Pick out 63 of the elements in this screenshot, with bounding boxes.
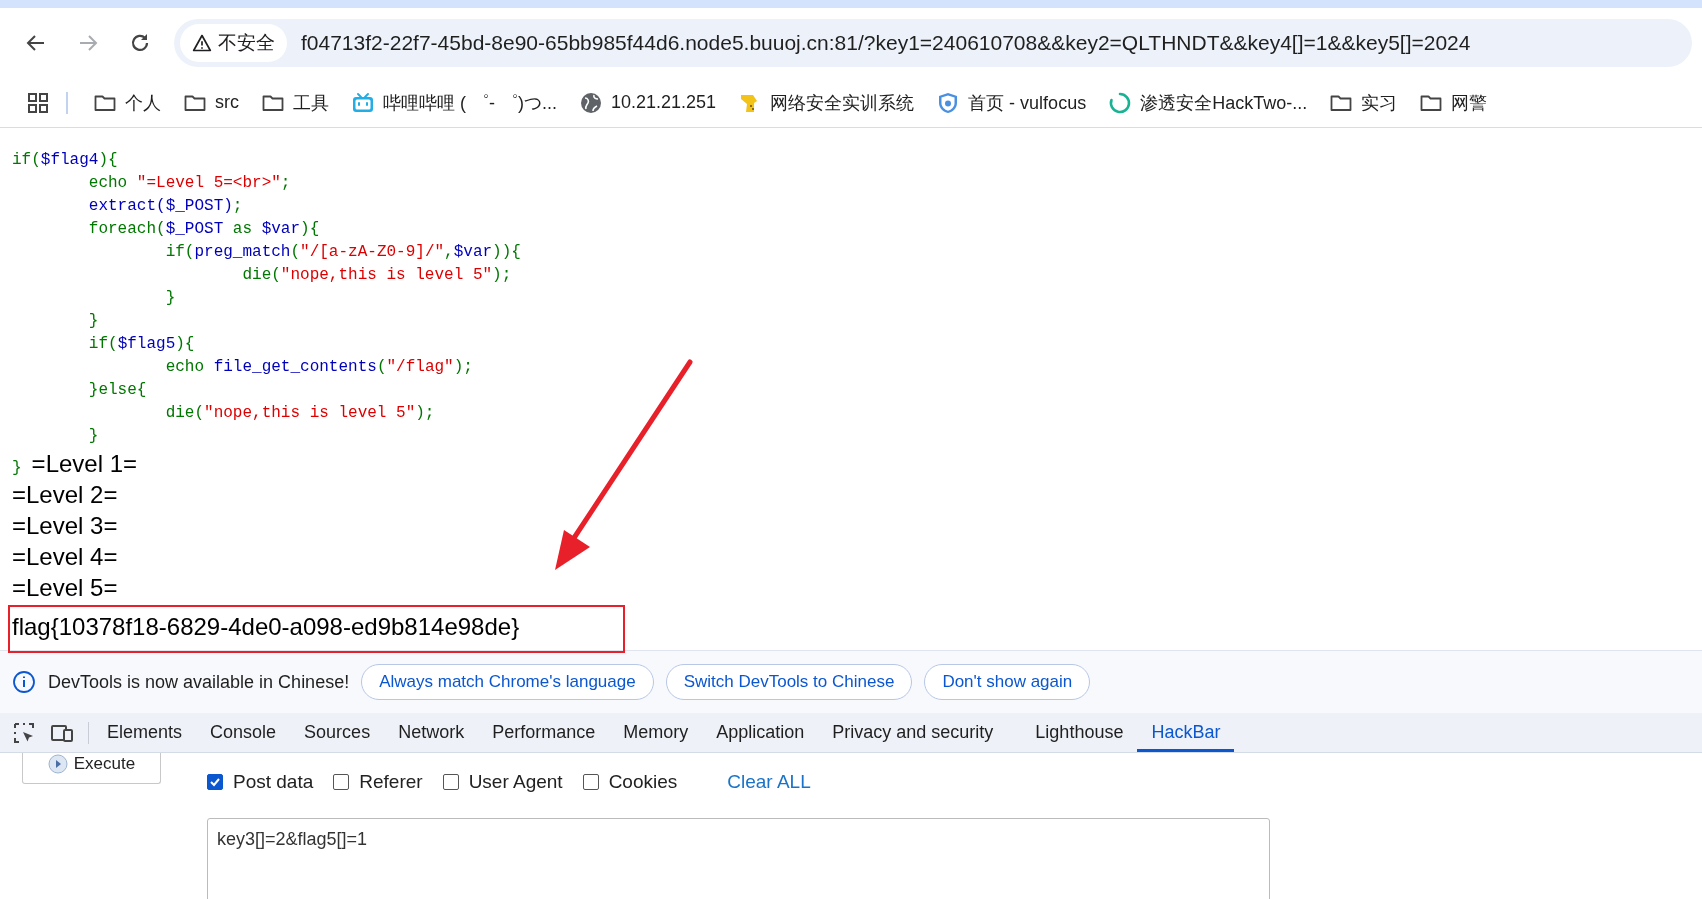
apps-grid-icon[interactable] xyxy=(26,90,50,115)
bookmark[interactable]: 渗透安全HackTwo-... xyxy=(1099,86,1317,119)
infobar-button[interactable]: Always match Chrome's language xyxy=(361,664,654,700)
option-checkbox[interactable]: Cookies xyxy=(582,771,678,793)
tv-icon xyxy=(351,90,375,115)
inspect-icon[interactable] xyxy=(12,720,36,745)
bookmark[interactable]: src xyxy=(174,86,248,119)
bookmark[interactable]: 10.21.21.251 xyxy=(570,86,726,119)
code-line: if($flag5){ xyxy=(87,334,195,355)
address-bar[interactable]: 不安全 f04713f2-22f7-45bd-8e90-65bb985f44d6.node5.buuoj.cn:81/?key1=240610708&&key2=QLTHNDT&&key4[]=1&&key5[]=2024 xyxy=(174,19,1692,67)
code-line: if($flag4){ xyxy=(12,150,118,171)
output-line: =Level 2= xyxy=(12,480,118,510)
devtools-tab[interactable]: Performance xyxy=(478,713,610,752)
code-line: foreach($_POST as $var){ xyxy=(87,219,320,240)
code-line: echo "=Level 5=<br>"; xyxy=(87,173,291,194)
bookmark[interactable]: 工具 xyxy=(252,86,338,119)
flag-text: flag{10378f18-6829-4de0-a098-ed9b814e98de} xyxy=(12,612,520,642)
devtools-tab[interactable]: Memory xyxy=(609,713,703,752)
code-line: } xyxy=(87,311,99,332)
infobar-button[interactable]: Switch DevTools to Chinese xyxy=(665,664,913,700)
security-chip[interactable]: 不安全 xyxy=(180,24,287,62)
code-line: extract($_POST); xyxy=(87,196,243,217)
code-line: }else{ xyxy=(87,380,147,401)
warning-icon xyxy=(192,33,212,53)
option-checkbox[interactable]: Post data xyxy=(207,771,314,793)
output-line: =Level 3= xyxy=(12,511,118,541)
code-line: } xyxy=(164,288,176,309)
devtools-tab[interactable]: Sources xyxy=(290,713,385,752)
bookmark[interactable]: 个人 xyxy=(84,86,170,119)
code-line: if(preg_match("/[a-zA-Z0-9]/",$var)){ xyxy=(164,242,521,263)
clear-all-link[interactable]: Clear ALL xyxy=(727,771,811,793)
code-line: die("nope,this is level 5"); xyxy=(241,265,512,286)
code-line: echo file_get_contents("/flag"); xyxy=(164,357,473,378)
devtools-tab[interactable]: HackBar xyxy=(1137,713,1235,752)
output-line: =Level 1= xyxy=(31,449,138,479)
devtools-tab[interactable]: Application xyxy=(702,713,819,752)
infobar-message: DevTools is now available in Chinese! xyxy=(48,671,350,693)
devtools-tab[interactable]: Privacy and security xyxy=(818,713,1008,752)
bookmark[interactable]: 实习 xyxy=(1320,86,1407,119)
output-line: =Level 5= xyxy=(12,573,118,603)
option-checkbox[interactable]: User Agent xyxy=(442,771,563,793)
check-icon xyxy=(209,776,221,788)
code-line: } xyxy=(87,426,99,447)
bookmark[interactable]: 首页 - vulfocus xyxy=(927,86,1096,119)
devtools-tab[interactable]: Elements xyxy=(93,713,197,752)
output-line: =Level 4= xyxy=(12,542,118,572)
info-icon xyxy=(12,670,36,694)
code-line: } xyxy=(12,458,22,479)
globe-icon xyxy=(579,90,603,115)
bookmark[interactable]: 网警 xyxy=(1410,86,1497,119)
ring-icon xyxy=(1108,90,1133,115)
devtools-tab[interactable]: Console xyxy=(196,713,291,752)
url-text: f04713f2-22f7-45bd-8e90-65bb985f44d6.node5.buuoj.cn:81/?key1=240610708&&key2=QLTHNDT&&key4[]=1&&key5[]=2024 xyxy=(301,31,1471,55)
bookmark[interactable]: 哔哩哔哩 ( ゜- ゜)つ... xyxy=(342,86,566,119)
infobar-button[interactable]: Don't show again xyxy=(924,664,1091,700)
post-body-field[interactable]: key3[]=2&flag5[]=1 xyxy=(207,818,1270,899)
bookmark[interactable]: 网络安全实训系统 xyxy=(729,86,924,119)
devtools-tab[interactable]: Network xyxy=(384,713,479,752)
devtools-tab[interactable]: Lighthouse xyxy=(1021,713,1138,752)
execute-button[interactable]: Execute xyxy=(22,753,161,784)
option-checkbox[interactable]: Referer xyxy=(333,771,423,793)
play-icon xyxy=(47,753,68,774)
code-line: die("nope,this is level 5"); xyxy=(164,403,435,424)
